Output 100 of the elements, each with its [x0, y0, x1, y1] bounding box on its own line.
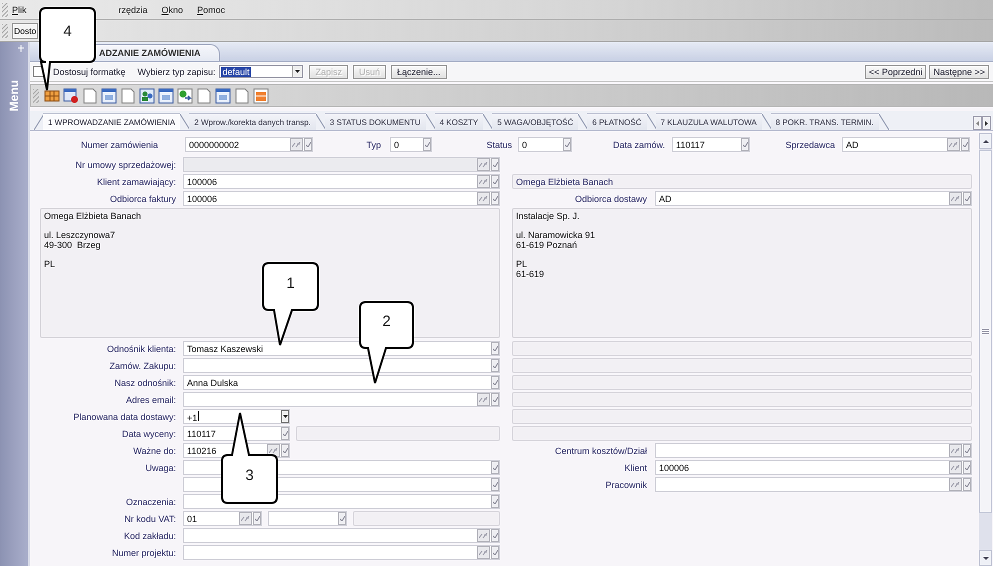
input-field[interactable]: 01 — [183, 511, 262, 526]
chart-icon[interactable] — [253, 88, 269, 104]
tab-divider — [878, 114, 889, 130]
confirm-button[interactable] — [491, 495, 499, 508]
window-delete-icon[interactable] — [63, 88, 79, 104]
confirm-button[interactable] — [491, 478, 499, 491]
window-icon[interactable] — [158, 88, 174, 104]
page-icon[interactable] — [82, 88, 98, 104]
input-field[interactable]: 100006 — [655, 460, 972, 475]
tab[interactable]: 3 STATUS DOKUMENTU — [324, 113, 426, 130]
input-field[interactable]: 100006 — [183, 174, 500, 189]
confirm-button[interactable] — [253, 512, 261, 525]
input-field[interactable]: 100006 — [183, 191, 500, 206]
pin-icon[interactable] — [18, 45, 24, 52]
confirm-button[interactable] — [491, 175, 499, 188]
page-icon[interactable] — [196, 88, 212, 104]
lookup-icon — [951, 464, 960, 470]
tab-divider — [180, 114, 190, 130]
input-field[interactable] — [183, 545, 500, 560]
page-icon[interactable] — [234, 88, 250, 104]
input-field[interactable]: 0 — [518, 137, 572, 152]
tab[interactable]: 1 WPROWADZANIE ZAMÓWIENIA — [43, 113, 180, 130]
arrows-icon[interactable] — [177, 88, 193, 104]
tick-icon — [964, 448, 970, 453]
tick-icon — [492, 397, 498, 402]
tick-icon — [492, 550, 498, 555]
down-arrow-icon[interactable] — [982, 556, 988, 560]
scroll-right-button[interactable] — [982, 116, 991, 130]
confirm-button[interactable] — [491, 529, 499, 542]
menu-item[interactable]: Pomoc — [197, 4, 226, 14]
input-field[interactable] — [655, 443, 972, 458]
nav-button[interactable]: << Poprzedni — [864, 64, 926, 78]
confirm-button[interactable] — [963, 478, 971, 491]
address-line: PL — [516, 259, 528, 269]
nav-button[interactable]: Następne >> — [929, 64, 989, 78]
address-line: 49-300 Brzeg — [44, 240, 102, 250]
confirm-button[interactable] — [741, 138, 749, 151]
record-type-combo[interactable]: default — [219, 65, 304, 78]
tab-divider — [483, 114, 494, 130]
confirm-button[interactable] — [491, 342, 499, 355]
page-icon[interactable] — [120, 88, 136, 104]
confirm-button[interactable] — [963, 444, 971, 457]
input-field[interactable] — [183, 358, 500, 373]
action-button[interactable]: Łączenie... — [391, 64, 447, 78]
toolbar-button[interactable]: Dosto — [12, 22, 38, 38]
input-field[interactable]: 110117 — [183, 426, 290, 441]
people-icon[interactable] — [139, 88, 155, 104]
input-field[interactable]: 110117 — [672, 137, 750, 152]
confirm-button[interactable] — [491, 359, 499, 372]
input-field[interactable]: 0 — [390, 137, 432, 152]
tick-icon — [492, 162, 498, 167]
confirm-button[interactable] — [281, 427, 289, 440]
menu-item[interactable]: Okno — [162, 4, 184, 14]
lookup-icon — [479, 162, 488, 168]
callout-number: 3 — [244, 467, 255, 484]
confirm-button[interactable] — [338, 512, 346, 525]
grid-icon[interactable] — [44, 88, 60, 104]
confirm-button[interactable] — [491, 461, 499, 474]
scrollbar[interactable] — [979, 133, 992, 566]
address-line: 61-619 Poznań — [516, 240, 578, 250]
lookup-icon — [951, 482, 960, 488]
checkbox-label: Dostosuj formatkę — [53, 66, 126, 76]
input-field[interactable]: AD — [655, 191, 972, 206]
confirm-button[interactable] — [563, 138, 571, 151]
tab[interactable]: 2 Wprow./korekta danych transp. — [189, 113, 316, 130]
input-field[interactable] — [183, 528, 500, 543]
address-line: ul. Leszczynowa7 — [44, 230, 116, 240]
confirm-button[interactable] — [963, 192, 971, 205]
field-label: Data zamów. — [612, 140, 665, 150]
combo-field[interactable]: +1 — [183, 409, 290, 424]
input-field[interactable]: AD — [842, 137, 970, 152]
input-field[interactable]: 0000000002 — [185, 137, 313, 152]
tab-divider — [316, 114, 326, 130]
window-icon[interactable] — [215, 88, 231, 104]
confirm-button[interactable] — [491, 192, 499, 205]
confirm-button[interactable] — [963, 461, 971, 474]
confirm-button[interactable] — [423, 138, 431, 151]
menu-item[interactable]: rzędzia — [118, 4, 148, 14]
confirm-button[interactable] — [491, 546, 499, 559]
tick-icon — [964, 465, 970, 470]
tab[interactable]: 4 KOSZTY — [434, 113, 484, 130]
input-field[interactable] — [655, 477, 972, 492]
input-field[interactable] — [183, 392, 500, 407]
confirm-button[interactable] — [304, 138, 312, 151]
dropdown-button[interactable] — [281, 410, 289, 423]
field-label: Typ — [365, 140, 381, 150]
up-arrow-icon[interactable] — [982, 140, 988, 142]
tab[interactable]: 6 PŁATNOŚĆ — [587, 113, 646, 130]
input-field[interactable]: Anna Dulska — [183, 375, 500, 390]
confirm-button[interactable] — [961, 138, 969, 151]
tab[interactable]: 8 POKR. TRANS. TERMIN. — [770, 113, 879, 130]
window-icon[interactable] — [101, 88, 117, 104]
menu-item[interactable]: Plik — [12, 4, 27, 14]
tab[interactable]: 7 KLAUZULA WALUTOWA — [656, 113, 762, 130]
document-tab[interactable]: ADZANIE ZAMÓWIENIA — [92, 44, 220, 61]
input-field[interactable] — [268, 511, 347, 526]
confirm-button[interactable] — [491, 393, 499, 406]
tab[interactable]: 5 WAGA/OBJĘTOŚĆ — [492, 113, 578, 130]
grip-icon[interactable] — [982, 329, 989, 334]
confirm-button[interactable] — [491, 376, 499, 389]
